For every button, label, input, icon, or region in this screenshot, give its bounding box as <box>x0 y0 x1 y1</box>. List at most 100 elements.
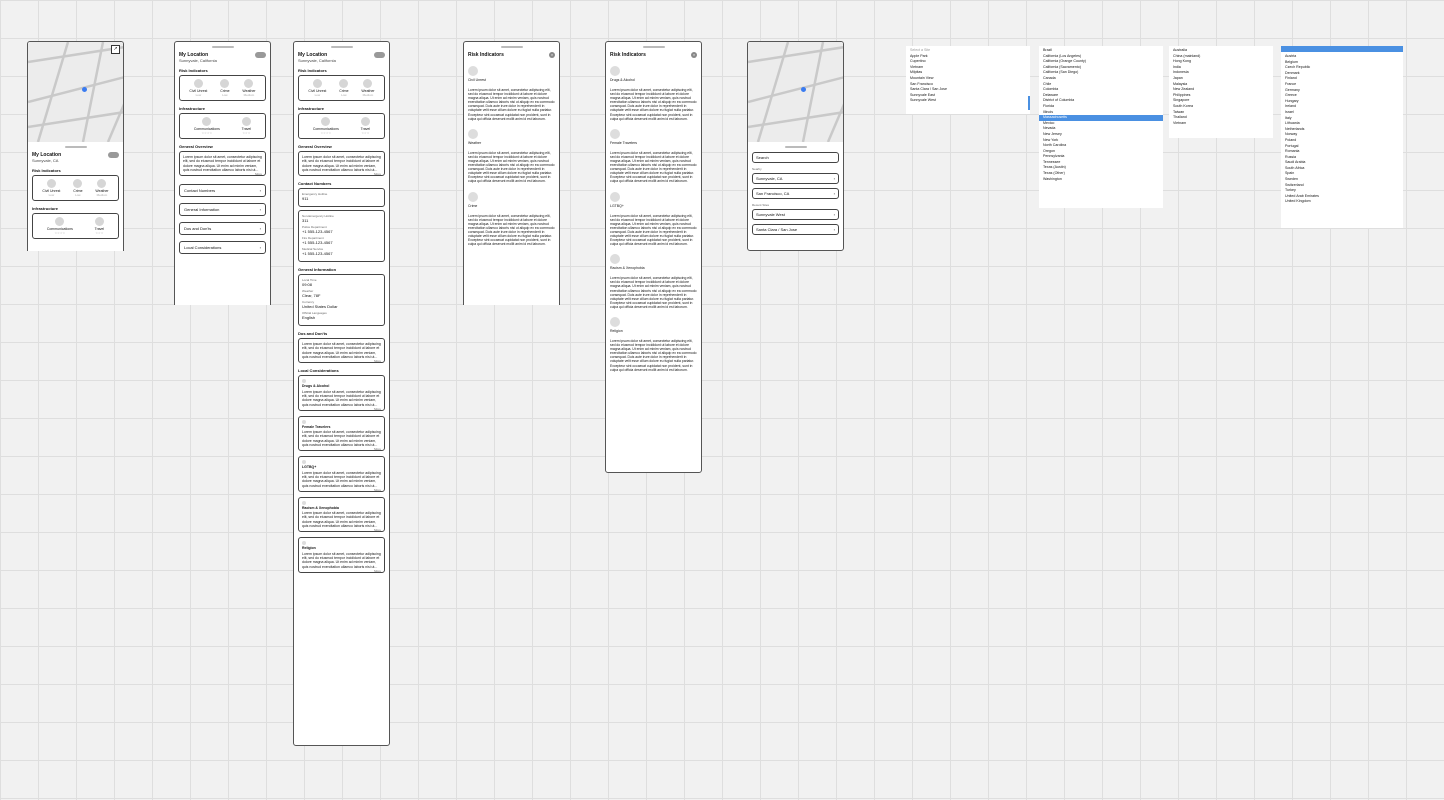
search-input[interactable]: Search <box>752 152 839 163</box>
contact-value[interactable]: 311 <box>302 218 381 223</box>
close-icon[interactable]: × <box>549 52 555 58</box>
more-link[interactable]: More <box>374 447 381 451</box>
crime-icon <box>220 79 230 88</box>
indicator-weather[interactable]: Weather Medium <box>95 179 109 197</box>
contact-card-primary[interactable]: Emergency Hotline 911 <box>298 188 385 208</box>
local-card-religion[interactable]: Religion Lorem ipsum dolor sit amet, cons… <box>298 537 385 573</box>
contact-card-list[interactable]: Non-Emergency Hotline 311 Police Departm… <box>298 210 385 263</box>
local-considerations-heading: Local Considerations <box>298 368 339 374</box>
region-list-americas[interactable]: Brazil California (Los Angeles) California… <box>1039 46 1163 208</box>
local-card-lgbtq[interactable]: LGTBQ+ Lorem ipsum dolor sit amet, consec… <box>298 456 385 492</box>
local-card-title: LGTBQ+ <box>302 465 317 470</box>
consideration-female-travelers: Female Travelers Lorem ipsum dolor sit am… <box>610 128 697 184</box>
general-overview-card[interactable]: Lorem ipsum dolor sit amet, consectetur … <box>179 151 266 177</box>
indicator-civil-unrest[interactable]: Civil Unrest Low <box>189 79 207 97</box>
more-link[interactable]: More <box>255 172 262 176</box>
nav-local-considerations[interactable]: Local Considerations › <box>179 241 266 255</box>
screen-search: Search Nearby Sunnyvale, CA › San Francis… <box>747 41 844 251</box>
drag-handle[interactable] <box>500 46 523 48</box>
consideration-name: LGTBQ+ <box>610 203 624 208</box>
indicator-crime[interactable]: Crime Low <box>339 79 349 97</box>
drag-handle[interactable] <box>642 46 665 48</box>
local-card-text: Lorem ipsum dolor sit amet, consectetur … <box>302 511 381 529</box>
infra-communications[interactable]: Communications ☆☆☆☆ <box>47 217 73 235</box>
local-card-racism[interactable]: Racism & Xenophobia Lorem ipsum dolor sit… <box>298 496 385 533</box>
recent-site-item[interactable]: Sunnyvale West › <box>752 209 839 220</box>
indicator-crime[interactable]: Crime Low <box>73 179 83 197</box>
list-item[interactable]: Vietnam <box>1173 121 1269 127</box>
more-link[interactable]: More <box>374 359 381 363</box>
contact-value[interactable]: +1 555-123-4567 <box>302 240 381 245</box>
dos-text: Lorem ipsum dolor sit amet, consectetur … <box>302 342 381 360</box>
contact-value[interactable]: +1 555-123-4567 <box>302 251 381 256</box>
local-card-title: Religion <box>302 546 316 551</box>
infrastructure-card[interactable]: Communications ☆☆☆☆ Travel ☆☆☆ <box>298 113 385 139</box>
infrastructure-card[interactable]: Communications ☆☆☆☆ Travel ☆☆☆ <box>32 213 119 239</box>
more-link[interactable]: More <box>374 488 381 492</box>
local-card-female-travelers[interactable]: Female Travelers Lorem ipsum dolor sit am… <box>298 415 385 452</box>
map-view[interactable]: ↗ <box>28 42 123 142</box>
recenter-icon[interactable]: ↗ <box>111 45 120 54</box>
indicator-weather[interactable]: Weather Medium <box>242 79 256 97</box>
racism-icon <box>610 254 620 265</box>
more-link[interactable]: More <box>374 528 381 532</box>
info-value: English <box>302 315 316 321</box>
list-item[interactable]: Washington <box>1043 177 1159 183</box>
infra-travel[interactable]: Travel ☆☆☆ <box>360 117 370 135</box>
more-link[interactable]: More <box>374 172 381 176</box>
nav-general-information[interactable]: General Information › <box>179 203 266 217</box>
indicator-weather[interactable]: Weather Medium <box>361 79 375 97</box>
dos-and-donts-card[interactable]: Lorem ipsum dolor sit amet, consectetur … <box>298 338 385 364</box>
contact-value[interactable]: 911 <box>302 196 381 201</box>
crime-icon <box>73 179 83 188</box>
more-link[interactable]: More <box>374 407 381 411</box>
close-icon[interactable]: × <box>691 52 697 58</box>
drag-handle[interactable] <box>211 46 234 48</box>
risk-indicators-card[interactable]: Civil Unrest Low Crime Low Weather Medium <box>179 75 266 101</box>
location-toggle-button[interactable] <box>108 152 119 158</box>
infra-travel[interactable]: Travel ☆☆☆ <box>242 117 251 135</box>
list-item[interactable]: United Kingdom <box>1285 199 1399 205</box>
local-card-title: Female Travelers <box>302 424 331 429</box>
risk-indicators-card[interactable]: Civil Unrest Low Crime Low Weather Medium <box>298 75 385 101</box>
nearby-item[interactable]: Sunnyvale, CA › <box>752 173 839 184</box>
general-information-card: Local Time 09:08 Weather Clear, 78F Curr… <box>298 274 385 327</box>
risk-indicators-card[interactable]: Civil Unrest Low Crime Low Weather Medium <box>32 175 119 201</box>
infra-communications[interactable]: Communications ☆☆☆☆ <box>194 117 220 135</box>
nav-dos-and-donts[interactable]: Dos and Don'ts › <box>179 222 266 236</box>
racism-icon <box>302 500 306 505</box>
nearby-item[interactable]: San Francisco, CA › <box>752 188 839 199</box>
local-card-drugs-alcohol[interactable]: Drugs & Alcohol Lorem ipsum dolor sit ame… <box>298 375 385 411</box>
general-overview-card[interactable]: Lorem ipsum dolor sit amet, consectetur … <box>298 151 385 177</box>
drag-handle[interactable] <box>330 46 353 48</box>
recent-site-item[interactable]: Santa Clara / San Jose › <box>752 224 839 235</box>
list-item[interactable]: Sunnyvale West <box>910 98 1026 104</box>
nav-label: Contact Numbers <box>184 188 216 194</box>
overview-text: Lorem ipsum dolor sit amet, consectetur … <box>302 155 381 172</box>
infra-travel[interactable]: Travel ☆☆☆ <box>95 217 104 235</box>
chevron-right-icon: › <box>833 227 835 232</box>
drag-handle[interactable] <box>784 146 807 148</box>
location-toggle-button[interactable] <box>374 52 385 58</box>
risk-item-civil-unrest: Civil Unrest Lorem ipsum dolor sit amet, … <box>468 66 555 121</box>
region-list-asia-pacific[interactable]: Australia China (mainland) Hong Kong India I… <box>1169 46 1273 138</box>
indicator-civil-unrest[interactable]: Civil Unrest Low <box>308 79 326 97</box>
infrastructure-card[interactable]: Communications ☆☆☆☆ Travel ☆☆☆ <box>179 113 266 139</box>
contact-value[interactable]: +1 555-123-4567 <box>302 229 381 234</box>
indicator-crime[interactable]: Crime Low <box>220 79 230 97</box>
indicator-civil-unrest[interactable]: Civil Unrest Low <box>42 179 60 197</box>
infra-communications[interactable]: Communications ☆☆☆☆ <box>313 117 339 135</box>
location-toggle-button[interactable] <box>255 52 266 58</box>
drag-handle[interactable] <box>64 146 87 148</box>
bottom-sheet[interactable]: My Location Sunnyvale, CA Risk Indicator… <box>28 142 123 242</box>
indicator-level: Medium <box>243 93 255 97</box>
nav-contact-numbers[interactable]: Contact Numbers › <box>179 184 266 198</box>
map-view[interactable] <box>748 42 843 142</box>
region-list-europe[interactable]: Austria Belgium Czech Republic Denmark Finla… <box>1281 46 1403 228</box>
consideration-name: Drugs & Alcohol <box>610 78 635 82</box>
more-link[interactable]: More <box>374 569 381 573</box>
travel-icon <box>360 117 370 126</box>
consideration-drugs-alcohol: Drugs & Alcohol Lorem ipsum dolor sit ame… <box>610 66 697 121</box>
scrollbar[interactable] <box>1028 96 1030 110</box>
site-list[interactable]: Select a Site Apple Park Cupertino Vietnam… <box>906 46 1030 114</box>
